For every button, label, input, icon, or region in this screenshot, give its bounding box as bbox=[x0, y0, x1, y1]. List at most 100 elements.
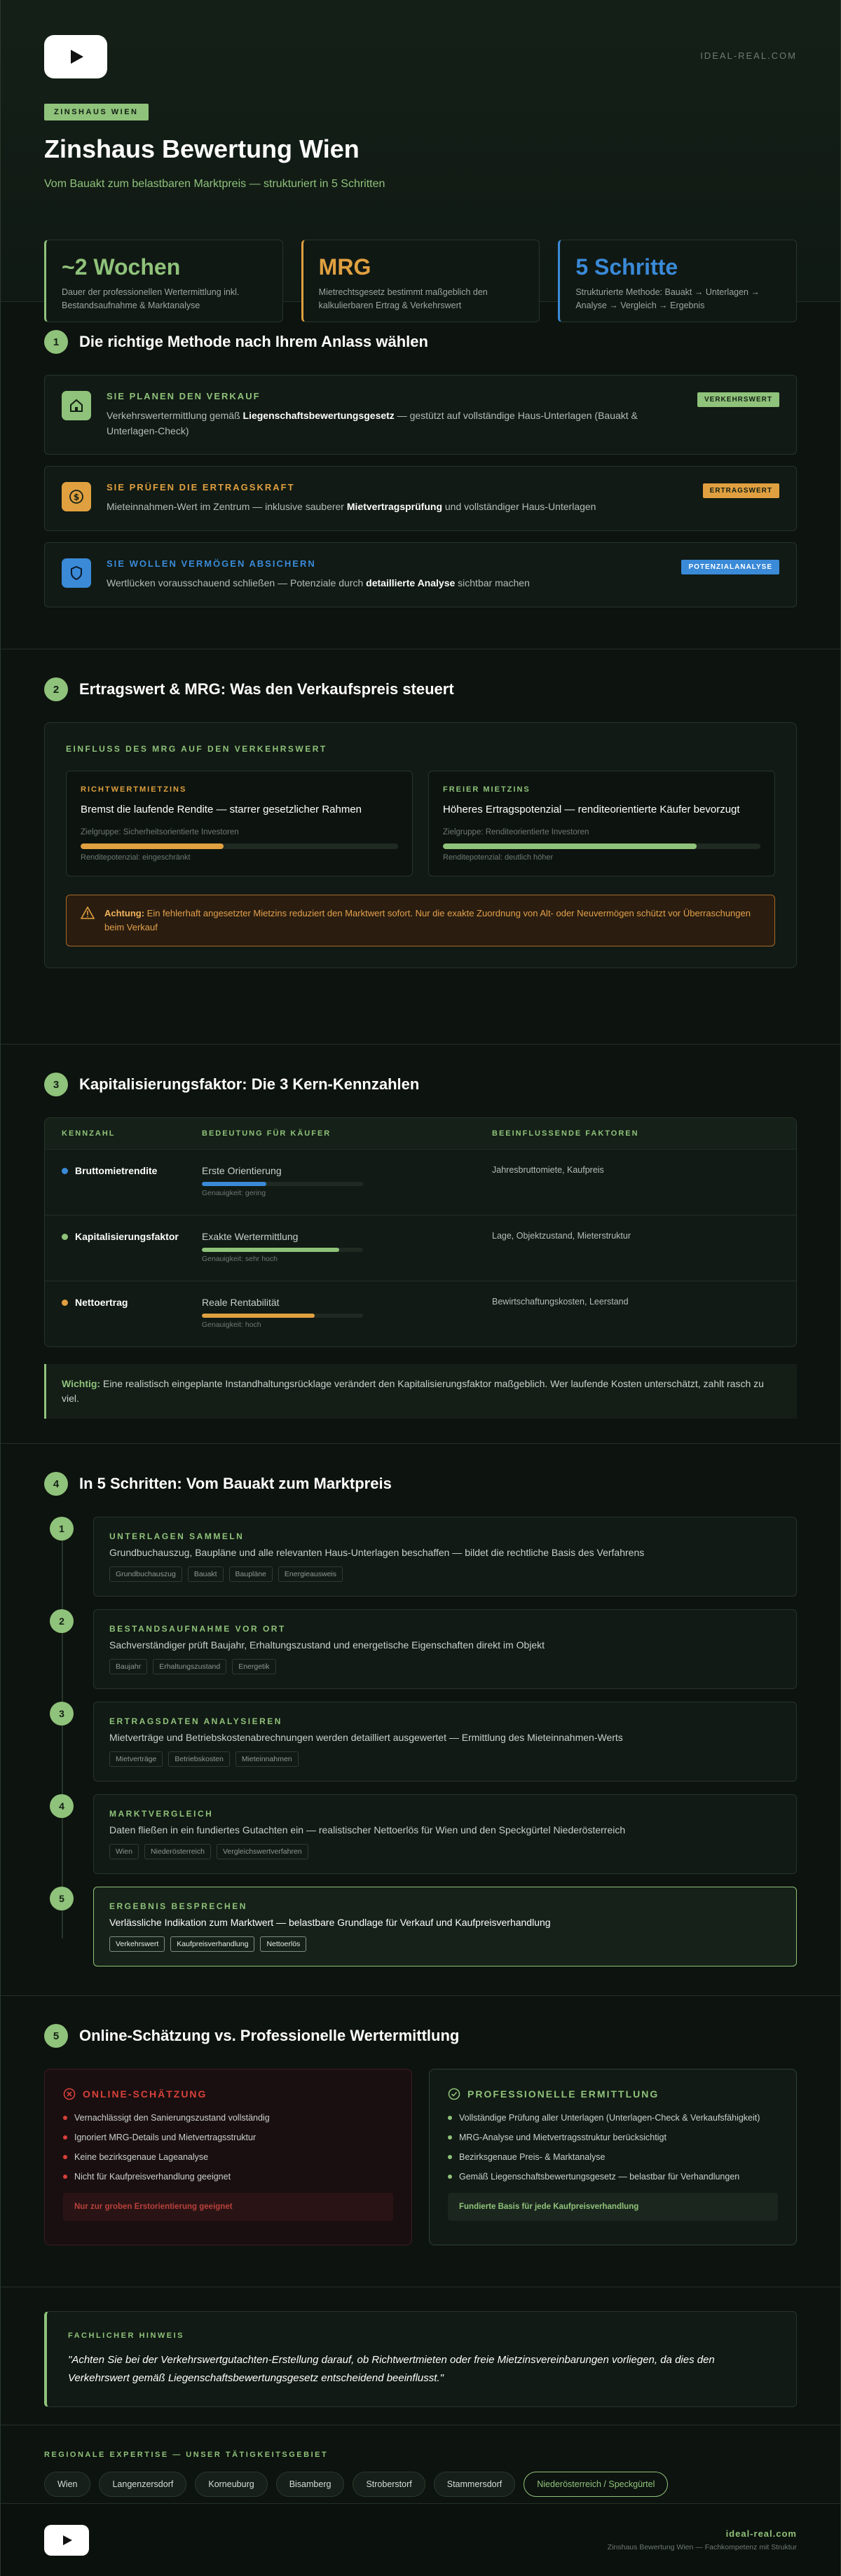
step: 2 BESTANDSAUFNAHME VOR ORT Sachverständi… bbox=[44, 1609, 797, 1689]
bullet-icon bbox=[62, 1167, 68, 1174]
chip: Grundbuchauszug bbox=[109, 1566, 182, 1582]
section-compare: 5 Online-Schätzung vs. Professionelle We… bbox=[1, 1996, 840, 2287]
list-item: Ignoriert MRG-Details und Mietvertragsst… bbox=[63, 2133, 393, 2142]
table-row: Nettoertrag Reale Rentabilität Genauigkei… bbox=[45, 1281, 796, 1346]
page: IDEAL-REAL.COM ZINSHAUS WIEN Zinshaus Be… bbox=[0, 0, 841, 2576]
good-list: Vollständige Prüfung aller Unterlagen (U… bbox=[448, 2113, 778, 2182]
method-badge: POTENZIALANALYSE bbox=[681, 560, 779, 575]
region-chip[interactable]: Stammersdorf bbox=[433, 2472, 516, 2497]
section-header: 1 Die richtige Methode nach Ihrem Anlass… bbox=[44, 330, 797, 354]
section-title: Online-Schätzung vs. Professionelle Wert… bbox=[79, 2027, 460, 2044]
panel-label: EINFLUSS DES MRG AUF DEN VERKEHRSWERT bbox=[66, 744, 327, 754]
method-card[interactable]: SIE PLANEN DEN VERKAUF Verkehrswertermit… bbox=[44, 375, 797, 455]
chip: Verkehrswert bbox=[109, 1936, 165, 1952]
kennzahlen-table: KENNZAHL BEDEUTUNG FÜR KÄUFER BEEINFLUSS… bbox=[44, 1117, 797, 1347]
site-link[interactable]: IDEAL-REAL.COM bbox=[700, 50, 797, 61]
list-item: Vernachlässigt den Sanierungszustand vol… bbox=[63, 2113, 393, 2123]
kennzahl-factors: Bewirtschaftungskosten, Leerstand bbox=[492, 1297, 629, 1307]
chip: Mieteinnahmen bbox=[235, 1751, 299, 1767]
step-number: 2 bbox=[50, 1609, 74, 1633]
accuracy-label: Genauigkeit: hoch bbox=[202, 1321, 261, 1329]
accuracy-bar-fill bbox=[202, 1314, 315, 1318]
method-badge: VERKEHRSWERT bbox=[697, 392, 779, 407]
region-chip-highlight[interactable]: Niederösterreich / Speckgürtel bbox=[524, 2472, 669, 2497]
section-header: 3 Kapitalisierungsfaktor: Die 3 Kern-Ken… bbox=[44, 1073, 797, 1096]
stat-value: MRG bbox=[318, 254, 371, 280]
rent-bar-fill bbox=[443, 843, 697, 849]
hero: IDEAL-REAL.COM ZINSHAUS WIEN Zinshaus Be… bbox=[1, 0, 840, 322]
mrg-panel: EINFLUSS DES MRG AUF DEN VERKEHRSWERT RI… bbox=[44, 722, 797, 969]
warning-box: Achtung: Ein fehlerhaft angesetzter Miet… bbox=[66, 895, 775, 947]
step-desc: Daten fließen in ein fundiertes Gutachte… bbox=[109, 1824, 626, 1835]
step-chips: Grundbuchauszug Bauakt Baupläne Energieausw… bbox=[109, 1566, 781, 1582]
section-mrg: 2 Ertragswert & MRG: Was den Verkaufspre… bbox=[1, 649, 840, 1044]
region-chip[interactable]: Korneuburg bbox=[195, 2472, 268, 2497]
step-card: ERTRAGSDATEN ANALYSIEREN Mietverträge un… bbox=[93, 1702, 797, 1782]
chip: Betriebskosten bbox=[168, 1751, 230, 1767]
step: 4 MARKTVERGLEICH Daten fließen in ein fu… bbox=[44, 1794, 797, 1874]
chip: Erhaltungszustand bbox=[153, 1659, 227, 1674]
region-chip[interactable]: Stroberstorf bbox=[353, 2472, 425, 2497]
step-card: UNTERLAGEN SAMMELN Grundbuchauszug, Baup… bbox=[93, 1517, 797, 1597]
column-header: BEDEUTUNG FÜR KÄUFER bbox=[202, 1129, 331, 1138]
rent-card-frei: FREIER MIETZINS Höheres Ertragspotenzial… bbox=[428, 771, 775, 876]
bullet-icon bbox=[62, 1299, 68, 1306]
logo[interactable] bbox=[44, 35, 107, 78]
svg-text:$: $ bbox=[74, 493, 79, 502]
rent-bar-fill bbox=[81, 843, 224, 849]
box-header: PROFESSIONELLE ERMITTLUNG bbox=[448, 2088, 778, 2100]
step-number: 5 bbox=[50, 1887, 74, 1910]
footer: ideal-real.com Zinshaus Bewertung Wien —… bbox=[1, 2503, 840, 2576]
table-header: KENNZAHL BEDEUTUNG FÜR KÄUFER BEEINFLUSS… bbox=[45, 1118, 796, 1149]
rent-bar bbox=[81, 843, 398, 849]
box-footer: Nur zur groben Erstorientierung geeignet bbox=[63, 2193, 393, 2221]
chip: Niederösterreich bbox=[144, 1844, 211, 1859]
step-card-result: ERGEBNIS BESPRECHEN Verlässliche Indikat… bbox=[93, 1887, 797, 1967]
important-note: Wichtig: Eine realistisch eingeplante In… bbox=[44, 1364, 797, 1419]
footer-domain[interactable]: ideal-real.com bbox=[608, 2528, 797, 2539]
step-chips: Baujahr Erhaltungszustand Energetik bbox=[109, 1659, 781, 1674]
accuracy-bar-fill bbox=[202, 1182, 266, 1186]
list-item: MRG-Analyse und Mietvertragsstruktur ber… bbox=[448, 2133, 778, 2142]
rent-heading: Höheres Ertragspotenzial — renditeorient… bbox=[443, 804, 740, 815]
section-number: 4 bbox=[44, 1472, 68, 1496]
region-chip[interactable]: Langenzersdorf bbox=[99, 2472, 187, 2497]
method-card[interactable]: $ SIE PRÜFEN DIE ERTRAGSKRAFT Mieteinnah… bbox=[44, 466, 797, 532]
rent-type: RICHTWERTMIETZINS bbox=[81, 785, 187, 794]
region-chip[interactable]: Bisamberg bbox=[275, 2472, 345, 2497]
accuracy-bar bbox=[202, 1182, 363, 1186]
regions-list: Wien Langenzersdorf Korneuburg Bisamberg… bbox=[44, 2472, 797, 2497]
hint-quote: "Achten Sie bei der Verkehrswertgutachte… bbox=[68, 2354, 715, 2384]
region-chip[interactable]: Wien bbox=[44, 2472, 91, 2497]
step-chips: Mietverträge Betriebskosten Mieteinnahmen bbox=[109, 1751, 781, 1767]
online-estimate-box: ONLINE-SCHÄTZUNG Vernachlässigt den Sani… bbox=[44, 2069, 412, 2245]
chip: Energieausweis bbox=[278, 1566, 343, 1582]
box-header: ONLINE-SCHÄTZUNG bbox=[63, 2088, 393, 2100]
rent-potential: Renditepotenzial: eingeschränkt bbox=[81, 853, 191, 862]
table-row: Kapitalisierungsfaktor Exakte Wertermitt… bbox=[45, 1215, 796, 1281]
chip: Baupläne bbox=[228, 1566, 273, 1582]
stat-card: ~2 Wochen Dauer der professionellen Wert… bbox=[44, 240, 283, 322]
footer-logo[interactable] bbox=[44, 2524, 89, 2556]
kennzahl-meaning: Reale Rentabilität bbox=[202, 1297, 280, 1308]
box-footer: Fundierte Basis für jede Kaufpreisverhan… bbox=[448, 2193, 778, 2221]
rent-target: Zielgruppe: Renditeorientierte Investore… bbox=[443, 828, 589, 836]
section-number: 2 bbox=[44, 677, 68, 701]
stat-card: MRG Mietrechtsgesetz bestimmt maßgeblich… bbox=[301, 240, 540, 322]
table-row: Bruttomietrendite Erste Orientierung Gena… bbox=[45, 1149, 796, 1215]
step-desc: Verlässliche Indikation zum Marktwert — … bbox=[109, 1917, 551, 1928]
section-title: Kapitalisierungsfaktor: Die 3 Kern-Kennz… bbox=[79, 1075, 420, 1093]
method-card[interactable]: SIE WOLLEN VERMÖGEN ABSICHERN Wertlücken… bbox=[44, 542, 797, 607]
method-title: SIE PRÜFEN DIE ERTRAGSKRAFT bbox=[107, 482, 295, 493]
column-header: KENNZAHL bbox=[62, 1129, 116, 1138]
play-icon bbox=[71, 50, 83, 64]
expert-hint: FACHLICHER HINWEIS "Achten Sie bei der V… bbox=[44, 2311, 797, 2407]
kennzahl-name: Kapitalisierungsfaktor bbox=[62, 1231, 202, 1242]
chip: Baujahr bbox=[109, 1659, 148, 1674]
stat-desc: Mietrechtsgesetz bestimmt maßgeblich den… bbox=[318, 287, 488, 310]
step-title: ERTRAGSDATEN ANALYSIEREN bbox=[109, 1716, 282, 1726]
section-title: Die richtige Methode nach Ihrem Anlass w… bbox=[79, 333, 428, 350]
list-item: Gemäß Liegenschaftsbewertungsgesetz — be… bbox=[448, 2172, 778, 2182]
list-item: Bezirksgenaue Preis- & Marktanalyse bbox=[448, 2152, 778, 2162]
play-icon bbox=[63, 2535, 72, 2545]
